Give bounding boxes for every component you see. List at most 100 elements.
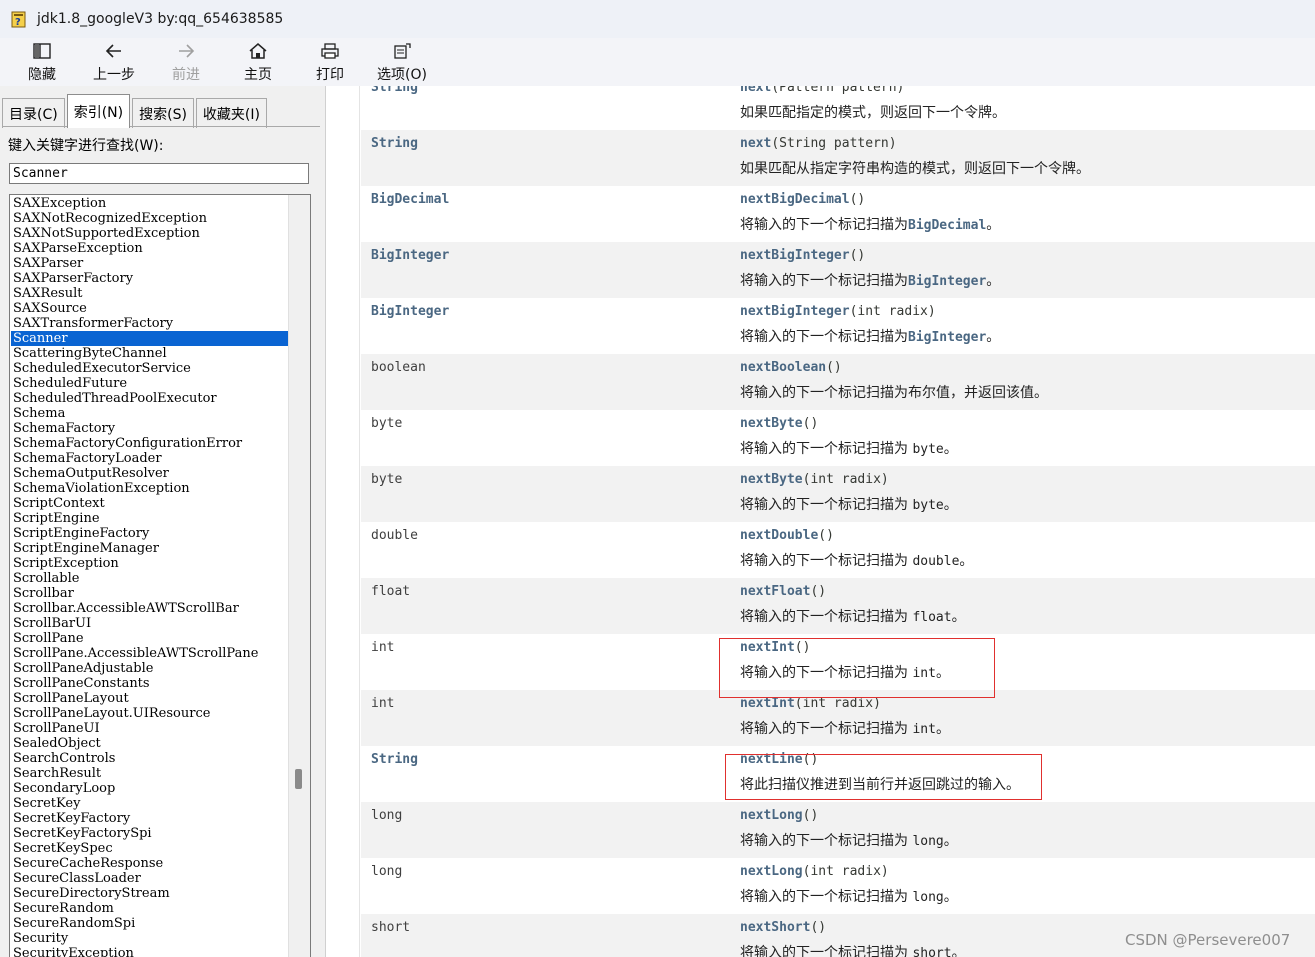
- tab-index[interactable]: 索引(N): [66, 94, 131, 128]
- return-type[interactable]: BigInteger: [371, 304, 449, 319]
- index-list-item[interactable]: ScrollBarUI: [11, 616, 289, 631]
- index-list-item[interactable]: ScheduledExecutorService: [11, 361, 289, 376]
- index-list-item[interactable]: Security: [11, 931, 289, 946]
- index-list-item[interactable]: SAXNotRecognizedException: [11, 211, 289, 226]
- index-list-item[interactable]: SAXTransformerFactory: [11, 316, 289, 331]
- index-list-item[interactable]: SealedObject: [11, 736, 289, 751]
- index-list-item[interactable]: ScrollPaneLayout: [11, 691, 289, 706]
- index-list-item[interactable]: SecureDirectoryStream: [11, 886, 289, 901]
- description-text: 。: [986, 217, 1001, 233]
- forward-button[interactable]: 前进: [150, 38, 222, 86]
- index-list-item[interactable]: ScrollPaneUI: [11, 721, 289, 736]
- scrollbar-thumb[interactable]: [295, 769, 302, 789]
- method-summary-table: String next(Pattern pattern) 如果匹配指定的模式，则返回…: [361, 86, 1315, 957]
- index-list-item[interactable]: SecureRandom: [11, 901, 289, 916]
- index-list-item[interactable]: SecureCacheResponse: [11, 856, 289, 871]
- method-name-link[interactable]: nextInt: [740, 696, 795, 711]
- options-button[interactable]: 选项(O): [366, 38, 438, 86]
- index-list-item[interactable]: Scrollbar.AccessibleAWTScrollBar: [11, 601, 289, 616]
- print-button[interactable]: 打印: [294, 38, 366, 86]
- method-description: 将输入的下一个标记扫描为 long。: [740, 830, 958, 850]
- index-list-item[interactable]: SearchControls: [11, 751, 289, 766]
- index-list-item[interactable]: SecretKeyFactorySpi: [11, 826, 289, 841]
- index-list-item[interactable]: ScriptEngineManager: [11, 541, 289, 556]
- method-name-link[interactable]: nextDouble: [740, 528, 818, 543]
- method-name-link[interactable]: nextBoolean: [740, 360, 826, 375]
- index-list-item[interactable]: SAXException: [11, 196, 289, 211]
- index-list-item[interactable]: SAXResult: [11, 286, 289, 301]
- index-list-item[interactable]: ScriptEngineFactory: [11, 526, 289, 541]
- index-list-item[interactable]: SchemaViolationException: [11, 481, 289, 496]
- method-params: (int radix): [802, 472, 889, 487]
- tab-contents[interactable]: 目录(C): [2, 98, 65, 128]
- method-name-link[interactable]: nextBigInteger: [740, 304, 850, 319]
- return-type[interactable]: String: [371, 86, 418, 95]
- tab-favorites[interactable]: 收藏夹(I): [195, 98, 267, 128]
- index-list-item[interactable]: Schema: [11, 406, 289, 421]
- type-link[interactable]: BigInteger: [908, 330, 986, 345]
- method-name-link[interactable]: nextFloat: [740, 584, 810, 599]
- index-list-item[interactable]: ScriptException: [11, 556, 289, 571]
- method-name-link[interactable]: nextByte: [740, 472, 803, 487]
- index-list-item[interactable]: SAXParseException: [11, 241, 289, 256]
- index-list-item[interactable]: SAXParserFactory: [11, 271, 289, 286]
- index-list-item[interactable]: ScriptContext: [11, 496, 289, 511]
- keyword-search-input[interactable]: [9, 163, 309, 184]
- return-type[interactable]: BigDecimal: [371, 192, 449, 207]
- index-list-item[interactable]: ScheduledFuture: [11, 376, 289, 391]
- index-list-item[interactable]: SAXParser: [11, 256, 289, 271]
- method-name-link[interactable]: next: [740, 86, 771, 95]
- home-button[interactable]: 主页: [222, 38, 294, 86]
- index-list-item[interactable]: SAXSource: [11, 301, 289, 316]
- hide-button[interactable]: 隐藏: [6, 38, 78, 86]
- index-list-scrollbar[interactable]: [288, 195, 310, 957]
- index-list-item[interactable]: SecondaryLoop: [11, 781, 289, 796]
- back-button[interactable]: 上一步: [78, 38, 150, 86]
- index-list-item[interactable]: SAXNotSupportedException: [11, 226, 289, 241]
- index-list-item[interactable]: ScheduledThreadPoolExecutor: [11, 391, 289, 406]
- return-type[interactable]: String: [371, 136, 418, 151]
- method-name-link[interactable]: nextShort: [740, 920, 810, 935]
- description-text: 。: [943, 833, 958, 849]
- method-name-link[interactable]: nextLong: [740, 864, 803, 879]
- method-params: (String pattern): [771, 136, 897, 151]
- return-type[interactable]: BigInteger: [371, 248, 449, 263]
- index-list-item[interactable]: SearchResult: [11, 766, 289, 781]
- index-list-item[interactable]: SchemaFactoryConfigurationError: [11, 436, 289, 451]
- index-list-item[interactable]: ScrollPane: [11, 631, 289, 646]
- index-list-item[interactable]: SecureRandomSpi: [11, 916, 289, 931]
- index-list-item[interactable]: SecureClassLoader: [11, 871, 289, 886]
- description-text: 如果匹配从指定字符串构造的模式，则返回下一个令牌。: [740, 161, 1090, 177]
- method-name-link[interactable]: nextByte: [740, 416, 803, 431]
- index-list-item[interactable]: SchemaOutputResolver: [11, 466, 289, 481]
- index-list-item[interactable]: Scanner: [11, 331, 289, 346]
- index-list-item[interactable]: SchemaFactory: [11, 421, 289, 436]
- method-name-link[interactable]: nextBigDecimal: [740, 192, 850, 207]
- tab-search[interactable]: 搜索(S): [132, 98, 194, 128]
- index-list-item[interactable]: SchemaFactoryLoader: [11, 451, 289, 466]
- index-list-item[interactable]: ScrollPane.AccessibleAWTScrollPane: [11, 646, 289, 661]
- index-list-item[interactable]: SecretKeySpec: [11, 841, 289, 856]
- index-list-item[interactable]: SecurityException: [11, 946, 289, 957]
- index-list-item[interactable]: ScrollPaneLayout.UIResource: [11, 706, 289, 721]
- method-name-link[interactable]: nextLong: [740, 808, 803, 823]
- table-row: double nextDouble() 将输入的下一个标记扫描为 double。: [361, 522, 1315, 578]
- index-list-item[interactable]: ScrollPaneConstants: [11, 676, 289, 691]
- method-params: (): [818, 528, 834, 543]
- return-type[interactable]: String: [371, 752, 418, 767]
- type-link[interactable]: BigInteger: [908, 274, 986, 289]
- index-list[interactable]: SAXException SAXNotRecognizedException SAX…: [9, 194, 311, 957]
- index-list-item[interactable]: ScatteringByteChannel: [11, 346, 289, 361]
- index-list-item[interactable]: SecretKey: [11, 796, 289, 811]
- index-list-item[interactable]: ScrollPaneAdjustable: [11, 661, 289, 676]
- method-description: 将输入的下一个标记扫描为 byte。: [740, 494, 958, 514]
- method-name-link[interactable]: nextBigInteger: [740, 248, 850, 263]
- index-list-item[interactable]: Scrollbar: [11, 586, 289, 601]
- navigation-pane: 目录(C) 索引(N) 搜索(S) 收藏夹(I) 键入关键字进行查找(W): S…: [0, 86, 326, 957]
- type-link[interactable]: BigDecimal: [908, 218, 986, 233]
- printer-icon: [319, 41, 341, 61]
- index-list-item[interactable]: ScriptEngine: [11, 511, 289, 526]
- index-list-item[interactable]: SecretKeyFactory: [11, 811, 289, 826]
- method-name-link[interactable]: next: [740, 136, 771, 151]
- index-list-item[interactable]: Scrollable: [11, 571, 289, 586]
